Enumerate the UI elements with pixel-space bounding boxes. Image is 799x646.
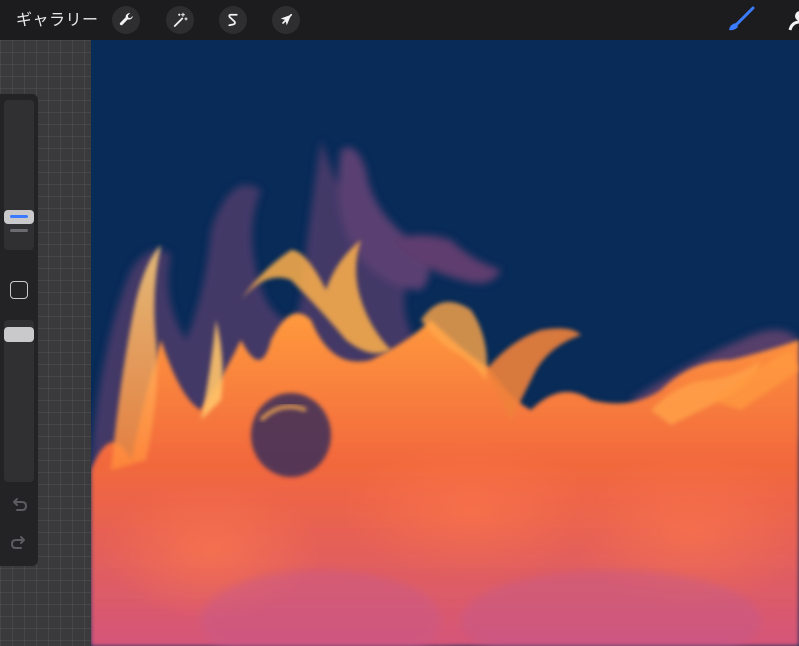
procreate-app: ギャラリー (0, 0, 799, 646)
brush-button[interactable] (724, 6, 756, 34)
undo-button[interactable] (9, 496, 29, 516)
brush-size-thumb[interactable] (4, 210, 34, 224)
opacity-thumb[interactable] (4, 327, 34, 342)
modify-button[interactable] (10, 281, 28, 299)
drawing-canvas[interactable] (91, 40, 799, 646)
flame-painting (91, 40, 799, 646)
opacity-slider[interactable] (4, 320, 34, 482)
top-toolbar: ギャラリー (0, 0, 799, 40)
actions-button[interactable] (112, 6, 140, 34)
left-sidebar (0, 94, 38, 566)
adjustments-button[interactable] (166, 6, 194, 34)
selection-button[interactable] (219, 6, 247, 34)
wrench-icon (119, 13, 133, 26)
smudge-button[interactable] (786, 8, 799, 32)
magic-wand-icon (173, 12, 188, 27)
undo-arrow-icon (13, 498, 28, 511)
size-mark (10, 229, 28, 232)
transform-button[interactable] (272, 6, 300, 34)
redo-button[interactable] (9, 534, 29, 554)
redo-arrow-icon (10, 536, 25, 549)
brush-icon (729, 6, 755, 31)
smudge-icon (788, 11, 799, 31)
brush-size-slider[interactable] (4, 100, 34, 250)
size-thumb-indicator (10, 215, 28, 218)
selection-s-icon (228, 13, 238, 27)
arrow-cursor-icon (280, 13, 293, 26)
gallery-button[interactable]: ギャラリー (16, 9, 99, 31)
